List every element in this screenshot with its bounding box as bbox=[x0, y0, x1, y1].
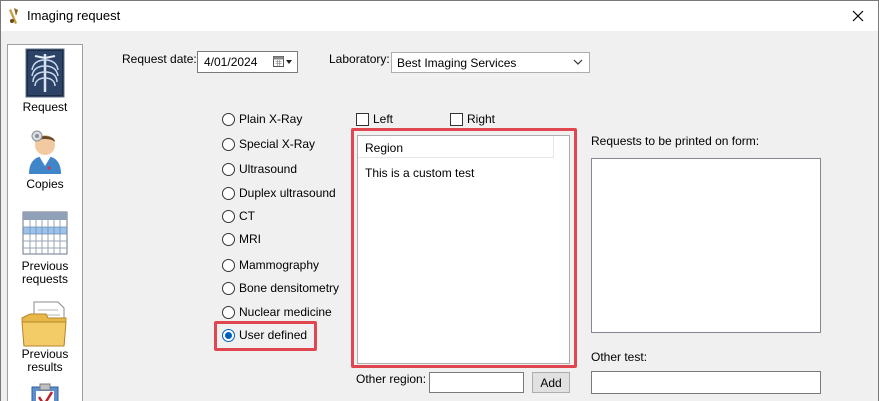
sidebar: Request Copies Previous requests Previou… bbox=[7, 44, 83, 401]
radio-circle bbox=[222, 305, 235, 319]
title-bar: Imaging request bbox=[1, 1, 878, 31]
other-test-label: Other test: bbox=[591, 350, 648, 364]
request-date-picker[interactable]: 4/01/2024 bbox=[197, 51, 298, 73]
radio-label: Ultrasound bbox=[239, 162, 298, 176]
laboratory-value: Best Imaging Services bbox=[397, 55, 517, 70]
sidebar-item-previous-requests[interactable]: Previous requests bbox=[8, 211, 82, 286]
sidebar-item-request[interactable]: Request bbox=[8, 48, 82, 114]
radio-plain-xray[interactable]: Plain X-Ray bbox=[222, 111, 302, 127]
window-title: Imaging request bbox=[27, 8, 121, 23]
checkbox-label: Right bbox=[467, 112, 496, 126]
dialog-body: Request Copies Previous requests Previou… bbox=[1, 31, 878, 401]
radio-user-defined[interactable]: User defined bbox=[222, 327, 307, 343]
radio-label: Mammography bbox=[239, 258, 320, 272]
sidebar-item-checklist[interactable] bbox=[8, 383, 82, 401]
printed-requests-label: Requests to be printed on form: bbox=[591, 134, 760, 148]
radio-label: Plain X-Ray bbox=[239, 112, 303, 126]
radio-label: Bone densitometry bbox=[239, 281, 340, 295]
add-region-button[interactable]: Add bbox=[532, 372, 570, 393]
radio-duplex-ultrasound[interactable]: Duplex ultrasound bbox=[222, 185, 336, 201]
other-test-input[interactable] bbox=[591, 371, 821, 394]
radio-mammography[interactable]: Mammography bbox=[222, 257, 319, 273]
region-column-header[interactable]: Region bbox=[358, 136, 554, 158]
radio-ct[interactable]: CT bbox=[222, 208, 255, 224]
chevron-down-icon bbox=[573, 59, 583, 65]
printed-requests-list[interactable] bbox=[591, 158, 821, 333]
radio-ultrasound[interactable]: Ultrasound bbox=[222, 161, 297, 177]
doctor-icon bbox=[29, 130, 61, 174]
radio-bone-densitometry[interactable]: Bone densitometry bbox=[222, 280, 339, 296]
right-checkbox[interactable]: Right bbox=[450, 111, 495, 127]
radio-circle-selected bbox=[222, 328, 235, 342]
app-icon bbox=[9, 8, 18, 24]
radio-label: Nuclear medicine bbox=[239, 305, 332, 319]
radio-circle bbox=[222, 209, 235, 223]
radio-label: Duplex ultrasound bbox=[239, 186, 336, 200]
region-header-label: Region bbox=[365, 141, 404, 155]
radio-label: CT bbox=[239, 209, 255, 223]
radio-circle bbox=[222, 281, 235, 295]
sidebar-item-previous-results[interactable]: Previous results bbox=[8, 300, 82, 374]
request-date-label: Request date: bbox=[122, 52, 197, 66]
laboratory-select[interactable]: Best Imaging Services bbox=[391, 52, 590, 73]
checkbox-box bbox=[450, 112, 463, 126]
radio-circle bbox=[222, 232, 235, 246]
clipboard-check-icon bbox=[31, 383, 59, 401]
list-item[interactable]: This is a custom test bbox=[365, 166, 474, 180]
checkbox-box bbox=[356, 112, 369, 126]
radio-circle bbox=[222, 162, 235, 176]
radio-circle bbox=[222, 112, 235, 126]
close-button[interactable] bbox=[838, 1, 878, 31]
radio-circle bbox=[222, 258, 235, 272]
radio-circle bbox=[222, 137, 235, 151]
xray-icon bbox=[25, 48, 65, 98]
region-list[interactable]: Region This is a custom test bbox=[357, 135, 570, 364]
sidebar-item-label: Request bbox=[22, 100, 68, 114]
other-region-input[interactable] bbox=[429, 372, 524, 393]
imaging-request-window: Imaging request Request Copies Previous … bbox=[0, 0, 879, 401]
radio-label: Special X-Ray bbox=[239, 137, 316, 151]
sidebar-item-label: Copies bbox=[26, 177, 64, 191]
sidebar-item-copies[interactable]: Copies bbox=[8, 128, 82, 191]
laboratory-label: Laboratory: bbox=[329, 52, 390, 66]
folder-icon bbox=[21, 301, 67, 347]
sidebar-item-label: results bbox=[27, 360, 63, 374]
calendar-dropdown-icon[interactable] bbox=[273, 56, 293, 68]
radio-mri[interactable]: MRI bbox=[222, 231, 261, 247]
radio-label: User defined bbox=[239, 328, 308, 342]
radio-nuclear-medicine[interactable]: Nuclear medicine bbox=[222, 304, 332, 320]
request-date-value: 4/01/2024 bbox=[204, 55, 258, 69]
radio-special-xray[interactable]: Special X-Ray bbox=[222, 136, 315, 152]
close-icon bbox=[852, 10, 864, 22]
left-checkbox[interactable]: Left bbox=[356, 111, 393, 127]
sidebar-item-label: requests bbox=[21, 272, 69, 286]
other-region-label: Other region: bbox=[356, 372, 427, 386]
radio-circle bbox=[222, 186, 235, 200]
region-row-label: This is a custom test bbox=[365, 166, 475, 180]
radio-label: MRI bbox=[239, 232, 261, 246]
checkbox-label: Left bbox=[373, 112, 394, 126]
add-button-label: Add bbox=[540, 375, 562, 390]
calendar-icon bbox=[22, 211, 68, 255]
